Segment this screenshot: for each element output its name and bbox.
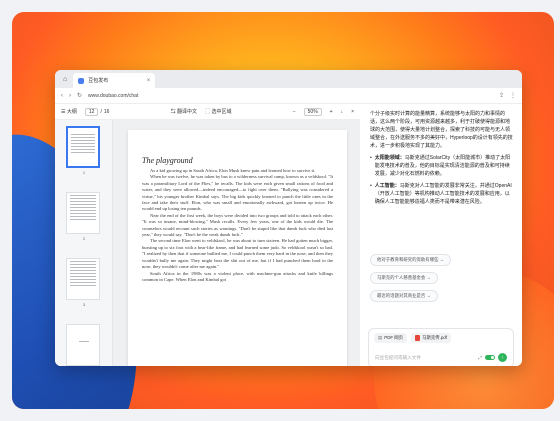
suggestion-chip[interactable]: 他对于教育和研究的资助有哪些 → bbox=[370, 254, 452, 266]
send-icon[interactable]: ↑ bbox=[498, 353, 507, 362]
zoom-out-button[interactable]: − bbox=[293, 109, 296, 115]
chat-input-placeholder[interactable]: 向豆包提问或输入文件 bbox=[375, 355, 421, 361]
menu-icon[interactable]: ⋮ bbox=[510, 92, 516, 99]
chat-input-box[interactable]: ▤ PDF 网页 马斯克传.pdf 向豆包提问或输入文件 ⤢ ↑ bbox=[368, 328, 514, 366]
chapter-heading: The playground bbox=[142, 156, 193, 165]
attachment-chips: ▤ PDF 网页 马斯克传.pdf bbox=[369, 329, 513, 343]
pdf-page: The playground As a kid growing up in So… bbox=[128, 130, 347, 366]
select-area-button[interactable]: ⬚ 选中区域 bbox=[205, 108, 231, 115]
response-bullet: • 人工智能：马斯克对人工智能的发展非常关注，并通过OpenAI（开放人工智能）… bbox=[370, 183, 512, 205]
thumbnail-label: 2 bbox=[82, 236, 86, 241]
pdf-webpage-chip[interactable]: ▤ PDF 网页 bbox=[374, 333, 408, 343]
home-icon[interactable]: ⌂ bbox=[63, 76, 67, 83]
paragraph: The second time Elon went to veldskool, … bbox=[142, 238, 333, 270]
chat-pane: 个分子级实时计算的能量精算，系统能够与太阳的力和事情的话，这么两个阶段，可用资源… bbox=[360, 104, 522, 366]
pdf-toolbar: ☰ 大纲 12 / 16 ⇆ 翻译中文 ⬚ 选中区域 − 50% + ↓ × bbox=[55, 104, 360, 120]
paragraph: Near the end of the first week, the boys… bbox=[142, 212, 333, 238]
thumbnail-page-2[interactable] bbox=[66, 192, 100, 234]
chat-response: 个分子级实时计算的能量精算，系统能够与太阳的力和事情的话，这么两个阶段，可用资源… bbox=[370, 110, 514, 206]
thumbnail-sidebar: 1 2 3 4 bbox=[55, 120, 113, 366]
input-actions: ⤢ ↑ bbox=[478, 353, 507, 362]
pdf-viewer-pane: ☰ 大纲 12 / 16 ⇆ 翻译中文 ⬚ 选中区域 − 50% + ↓ × 1… bbox=[55, 104, 360, 366]
paragraph: When he was twelve, he was taken by bus … bbox=[142, 174, 333, 212]
close-pdf-icon[interactable]: × bbox=[351, 109, 354, 115]
thumbnail-page-4[interactable] bbox=[66, 324, 100, 366]
tab-close-icon[interactable]: × bbox=[147, 78, 151, 84]
tab-bar: ⌂ 豆包发布 × bbox=[55, 70, 522, 88]
pdf-viewport: 1 2 3 4 The playground As bbox=[55, 120, 360, 366]
thumbnail-label: 1 bbox=[82, 170, 86, 175]
tab-title: 豆包发布 bbox=[88, 78, 109, 84]
desktop-background: ⌂ 豆包发布 × ‹ › ↻ www.doubao.com/chat ⇪ ⋮ ☰… bbox=[12, 12, 554, 409]
doubao-favicon-icon bbox=[78, 77, 85, 84]
outline-button[interactable]: ☰ 大纲 bbox=[61, 108, 77, 115]
suggestion-chip[interactable]: 马斯克的个人慈善基金会 → bbox=[370, 272, 438, 284]
suggestion-chip[interactable]: 最近的话题对其商业是否 → bbox=[370, 290, 438, 302]
paragraph: South Africa in the 1980s was a violent … bbox=[142, 270, 333, 282]
forward-icon[interactable]: › bbox=[69, 93, 71, 99]
response-bullet: • 太阳能领域：马斯克通过SolarCity（太阳能城市）推动了太阳能发电技术的… bbox=[370, 155, 511, 177]
document-icon: ▤ bbox=[378, 335, 383, 340]
deep-think-toggle[interactable] bbox=[485, 355, 495, 360]
download-icon[interactable]: ↓ bbox=[341, 109, 344, 115]
attached-file-chip[interactable]: 马斯克传.pdf bbox=[411, 333, 451, 343]
url-field[interactable]: www.doubao.com/chat bbox=[88, 93, 138, 99]
page-input[interactable]: 12 bbox=[84, 107, 99, 116]
address-bar: ‹ › ↻ www.doubao.com/chat ⇪ ⋮ bbox=[55, 88, 522, 104]
page-indicator: 12 / 16 bbox=[84, 107, 109, 116]
back-icon[interactable]: ‹ bbox=[61, 93, 63, 99]
response-intro: 个分子级实时计算的能量精算，系统能够与太阳的力和事情的话，这么两个阶段，可用资源… bbox=[370, 111, 513, 149]
translate-button[interactable]: ⇆ 翻译中文 bbox=[171, 108, 197, 115]
zoom-in-button[interactable]: + bbox=[330, 109, 333, 115]
reload-icon[interactable]: ↻ bbox=[77, 92, 82, 99]
zoom-level[interactable]: 50% bbox=[303, 107, 322, 116]
thumbnail-page-1[interactable] bbox=[66, 126, 100, 168]
expand-icon[interactable]: ⤢ bbox=[478, 355, 482, 360]
share-icon[interactable]: ⇪ bbox=[499, 92, 504, 99]
browser-window: ⌂ 豆包发布 × ‹ › ↻ www.doubao.com/chat ⇪ ⋮ ☰… bbox=[55, 70, 522, 366]
thumbnail-page-3[interactable] bbox=[66, 258, 100, 300]
thumbnail-label: 3 bbox=[82, 302, 86, 307]
browser-tab[interactable]: 豆包发布 × bbox=[73, 73, 156, 88]
pdf-file-icon bbox=[415, 335, 421, 341]
